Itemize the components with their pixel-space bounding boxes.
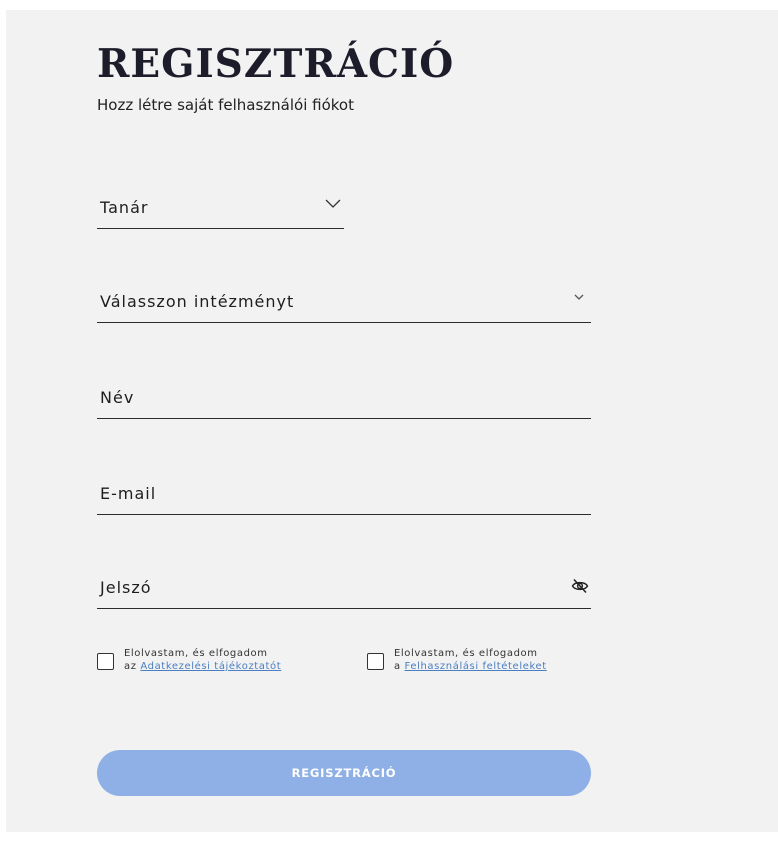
terms-consent-text: Elolvastam, és elfogadom <box>394 648 538 659</box>
role-select-value: Tanár <box>100 198 149 217</box>
chevron-down-icon <box>574 285 584 304</box>
registration-panel: REGISZTRÁCIÓ Hozz létre saját felhasznál… <box>6 10 778 832</box>
institution-select[interactable]: Válasszon intézményt <box>97 276 591 323</box>
terms-link[interactable]: Felhasználási feltételeket <box>405 661 547 672</box>
password-field[interactable]: Jelszó <box>97 562 591 609</box>
privacy-checkbox[interactable] <box>97 653 114 670</box>
terms-consent-prefix: a <box>394 661 401 672</box>
email-field[interactable]: E-mail <box>97 468 591 515</box>
name-field[interactable]: Név <box>97 372 591 419</box>
chevron-down-icon <box>325 193 341 212</box>
name-field-placeholder: Név <box>100 388 135 407</box>
privacy-consent-text: Elolvastam, és elfogadom <box>124 648 268 659</box>
password-field-placeholder: Jelszó <box>100 578 152 597</box>
eye-off-icon[interactable] <box>571 578 589 598</box>
role-select[interactable]: Tanár <box>97 182 344 229</box>
page-title: REGISZTRÁCIÓ <box>97 41 455 87</box>
email-field-placeholder: E-mail <box>100 484 157 503</box>
page-subtitle: Hozz létre saját felhasználói fiókot <box>97 96 354 114</box>
register-button[interactable]: REGISZTRÁCIÓ <box>97 750 591 796</box>
institution-select-placeholder: Válasszon intézményt <box>100 292 295 311</box>
privacy-consent-prefix: az <box>124 661 137 672</box>
privacy-policy-link[interactable]: Adatkezelési tájékoztatót <box>140 661 281 672</box>
terms-checkbox[interactable] <box>367 653 384 670</box>
